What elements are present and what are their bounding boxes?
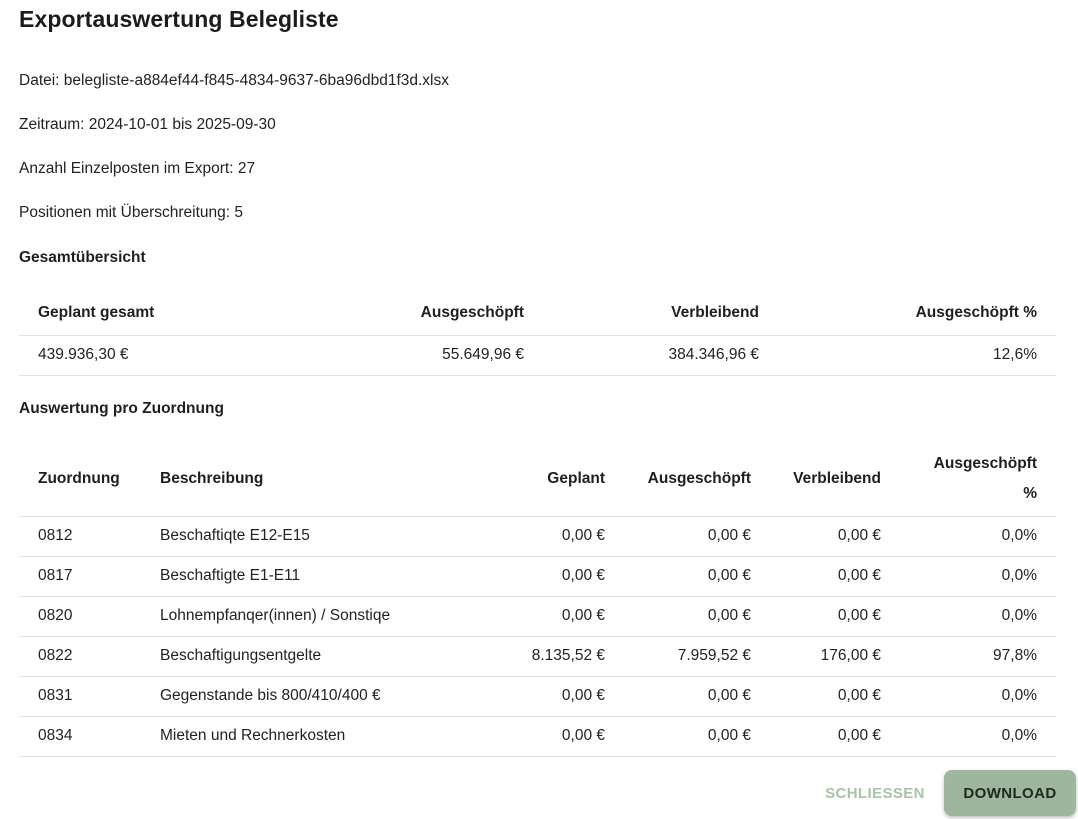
cell-used-percent: 0,0% [900, 515, 1056, 556]
export-evaluation-dialog: Exportauswertung Belegliste Datei: beleg… [0, 0, 1078, 819]
detail-header-description: Beschreibung [160, 470, 264, 488]
detail-header-used-percent: Ausgeschöpft % [933, 455, 1037, 503]
cell-remaining: 0,00 € [770, 515, 900, 556]
dialog-title: Exportauswertung Belegliste [19, 6, 339, 32]
summary-row: 439.936,30 € 55.649,96 € 384.346,96 € 12… [19, 334, 1056, 376]
cell-description: Beschaftigte E1-E11 [141, 555, 505, 596]
cell-planned: 0,00 € [505, 715, 624, 757]
summary-used-value: 55.649,96 € [278, 334, 543, 376]
cell-planned: 8.135,52 € [505, 635, 624, 676]
detail-header-used: Ausgeschöpft [647, 470, 751, 488]
cell-assignment: 0817 [19, 555, 141, 596]
cell-used: 0,00 € [624, 715, 770, 757]
summary-used-percent-value: 12,6% [778, 334, 1056, 376]
summary-header-used: Ausgeschöpft [420, 304, 524, 322]
cell-used-percent: 0,0% [900, 595, 1056, 636]
cell-assignment: 0834 [19, 715, 141, 757]
cell-used-percent: 0,0% [900, 555, 1056, 596]
detail-header-row: Zuordnung Beschreibung Geplant Ausgeschö… [19, 443, 1056, 516]
file-line: Datei: belegliste-a884ef44-f845-4834-963… [19, 72, 450, 89]
close-button[interactable]: SCHLIESSEN [812, 771, 938, 815]
cell-used: 0,00 € [624, 595, 770, 636]
cell-used: 0,00 € [624, 515, 770, 556]
cell-description: Mieten und Rechnerkosten [141, 715, 505, 757]
table-row: 0812 Beschaftiqte E12-E15 0,00 € 0,00 € … [19, 515, 1056, 556]
detail-header-assignment: Zuordnung [38, 470, 120, 488]
download-button[interactable]: DOWNLOAD [944, 770, 1076, 816]
detail-header-remaining: Verbleibend [793, 470, 881, 488]
table-row: 0817 Beschaftigte E1-E11 0,00 € 0,00 € 0… [19, 555, 1056, 596]
table-row: 0820 Lohnempfanqer(innen) / Sonstiqe 0,0… [19, 595, 1056, 636]
cell-description: Beschaftiqte E12-E15 [141, 515, 505, 556]
cell-assignment: 0822 [19, 635, 141, 676]
cell-description: Gegenstande bis 800/410/400 € [141, 675, 505, 716]
summary-remaining-value: 384.346,96 € [543, 334, 778, 376]
overrun-count-line: Positionen mit Überschreitung: 5 [19, 204, 244, 221]
cell-used: 0,00 € [624, 555, 770, 596]
cell-assignment: 0812 [19, 515, 141, 556]
summary-table: Geplant gesamt Ausgeschöpft Verbleibend … [19, 292, 1056, 376]
detail-table: Zuordnung Beschreibung Geplant Ausgeschö… [19, 443, 1056, 757]
detail-header-planned: Geplant [547, 470, 605, 488]
cell-remaining: 0,00 € [770, 555, 900, 596]
table-row: 0831 Gegenstande bis 800/410/400 € 0,00 … [19, 675, 1056, 716]
cell-planned: 0,00 € [505, 675, 624, 716]
cell-assignment: 0820 [19, 595, 141, 636]
period-line: Zeitraum: 2024-10-01 bis 2025-09-30 [19, 116, 276, 133]
cell-remaining: 0,00 € [770, 715, 900, 757]
cell-remaining: 0,00 € [770, 595, 900, 636]
item-count-line: Anzahl Einzelposten im Export: 27 [19, 160, 256, 177]
cell-planned: 0,00 € [505, 515, 624, 556]
cell-description: Lohnempfanqer(innen) / Sonstiqe [141, 595, 505, 636]
cell-planned: 0,00 € [505, 595, 624, 636]
cell-assignment: 0831 [19, 675, 141, 716]
table-row: 0822 Beschaftigungsentgelte 8.135,52 € 7… [19, 635, 1056, 676]
cell-used-percent: 97,8% [900, 635, 1056, 676]
cell-used: 0,00 € [624, 675, 770, 716]
summary-section-title: Gesamtübersicht [19, 249, 146, 266]
detail-section-title: Auswertung pro Zuordnung [19, 400, 224, 417]
summary-header-row: Geplant gesamt Ausgeschöpft Verbleibend … [19, 292, 1056, 335]
cell-remaining: 176,00 € [770, 635, 900, 676]
summary-planned-value: 439.936,30 € [19, 334, 278, 376]
cell-used: 7.959,52 € [624, 635, 770, 676]
cell-planned: 0,00 € [505, 555, 624, 596]
table-row: 0834 Mieten und Rechnerkosten 0,00 € 0,0… [19, 715, 1056, 757]
summary-header-planned: Geplant gesamt [38, 304, 155, 322]
summary-header-remaining: Verbleibend [671, 304, 759, 322]
cell-used-percent: 0,0% [900, 715, 1056, 757]
cell-description: Beschaftigungsentgelte [141, 635, 505, 676]
summary-header-used-percent: Ausgeschöpft % [915, 304, 1037, 322]
cell-remaining: 0,00 € [770, 675, 900, 716]
cell-used-percent: 0,0% [900, 675, 1056, 716]
